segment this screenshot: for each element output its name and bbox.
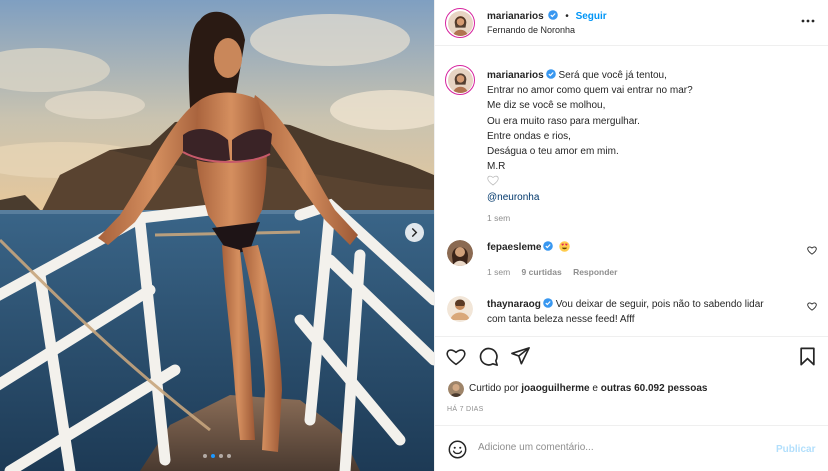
reply-button[interactable]: Responder	[573, 267, 617, 277]
verified-badge-icon	[548, 10, 559, 20]
paper-plane-icon	[511, 347, 530, 365]
caption-username[interactable]: marianarios	[487, 70, 544, 81]
carousel-dot	[227, 454, 231, 458]
heart-outline-icon	[807, 246, 817, 255]
verified-badge-icon	[543, 298, 553, 308]
comment-meta: 1 sem 9 curtidas Responder	[487, 267, 617, 277]
post-header: marianarios • Seguir Fernando de Noronha	[435, 0, 828, 46]
avatar-image	[448, 381, 464, 397]
carousel-next-button[interactable]	[405, 223, 424, 242]
caption-line: Entre ondas e rios,	[487, 130, 571, 142]
author-avatar[interactable]	[445, 8, 475, 38]
heart-eyes-emoji-icon	[559, 241, 570, 252]
caption-line: Deságua o teu amor em mim.	[487, 146, 619, 158]
heart-outline-icon	[446, 349, 466, 366]
comment-text: Vou deixar de seguir, pois não to sabend…	[555, 299, 764, 310]
caption-line: Será que você já tentou,	[558, 70, 667, 81]
more-options-button[interactable]	[801, 14, 815, 31]
avatar-image	[447, 10, 473, 36]
chevron-right-icon	[411, 228, 418, 237]
liked-by-others[interactable]: outras 60.092 pessoas	[601, 383, 708, 394]
post-caption: marianarios Será que você já tentou, Ent…	[487, 68, 693, 226]
comment-icon	[479, 347, 498, 366]
caption-line: Ou era muito raso para mergulhar.	[487, 115, 640, 127]
carousel-dot	[219, 454, 223, 458]
commenter-avatar[interactable]	[447, 240, 473, 266]
comment-like-button[interactable]	[807, 246, 817, 258]
comment: thaynaraog Vou deixar de seguir, pois nã…	[487, 297, 764, 327]
mention-link[interactable]: @neuronha	[487, 190, 693, 205]
share-button[interactable]	[511, 347, 530, 368]
carousel-indicator	[203, 454, 231, 458]
author-username[interactable]: marianarios	[487, 11, 544, 22]
avatar-image	[447, 296, 473, 322]
more-horizontal-icon	[801, 19, 815, 23]
comment-likes[interactable]: 9 curtidas	[522, 267, 562, 277]
liked-by-connector: e	[592, 383, 598, 394]
emoji-picker-button[interactable]	[448, 440, 467, 462]
caption-line: Entrar no amor como quem vai entrar no m…	[487, 85, 693, 97]
avatar-image	[447, 240, 473, 266]
liked-by: Curtido por joaoguilherme e outras 60.09…	[469, 383, 707, 394]
publish-button[interactable]: Publicar	[776, 444, 815, 455]
comment-input[interactable]	[478, 442, 758, 453]
post-location[interactable]: Fernando de Noronha	[487, 25, 575, 35]
liker-avatar[interactable]	[448, 381, 464, 397]
follow-button[interactable]: Seguir	[576, 11, 607, 22]
verified-badge-icon	[545, 69, 556, 79]
separator-dot: •	[565, 11, 569, 22]
caption-time[interactable]: 1 sem	[487, 211, 693, 226]
carousel-dot	[211, 454, 215, 458]
comment-username[interactable]: fepaesleme	[487, 242, 541, 253]
carousel-dot	[203, 454, 207, 458]
comment-button[interactable]	[479, 347, 498, 369]
white-heart-emoji	[487, 174, 693, 189]
beach-boat-photo	[0, 0, 434, 471]
heart-outline-icon	[807, 302, 817, 311]
white-heart-icon	[487, 176, 499, 186]
caption-line: M.R	[487, 161, 506, 173]
comment-divider	[434, 425, 828, 426]
liked-by-user[interactable]: joaoguilherme	[521, 383, 589, 394]
save-button[interactable]	[799, 347, 816, 369]
caption-author-avatar[interactable]	[445, 65, 475, 95]
verified-badge-icon	[543, 241, 554, 251]
instagram-post: marianarios • Seguir Fernando de Noronha	[0, 0, 828, 471]
liked-by-prefix: Curtido por	[469, 383, 519, 394]
comment-time[interactable]: 1 sem	[487, 267, 510, 277]
bookmark-icon	[800, 347, 815, 366]
comment-like-button[interactable]	[807, 302, 817, 314]
commenter-avatar[interactable]	[447, 296, 473, 322]
caption-line: Me diz se você se molhou,	[487, 100, 606, 112]
post-photo[interactable]	[0, 0, 434, 471]
post-timestamp[interactable]: HÁ 7 DIAS	[447, 406, 484, 413]
comment-text: com tanta beleza nesse feed! Afff	[487, 314, 635, 325]
comment: fepaesleme	[487, 241, 570, 253]
smiley-icon	[448, 440, 467, 459]
comment-username[interactable]: thaynaraog	[487, 299, 541, 310]
like-button[interactable]	[446, 347, 466, 369]
avatar-image	[447, 67, 473, 93]
actions-divider	[434, 336, 828, 337]
